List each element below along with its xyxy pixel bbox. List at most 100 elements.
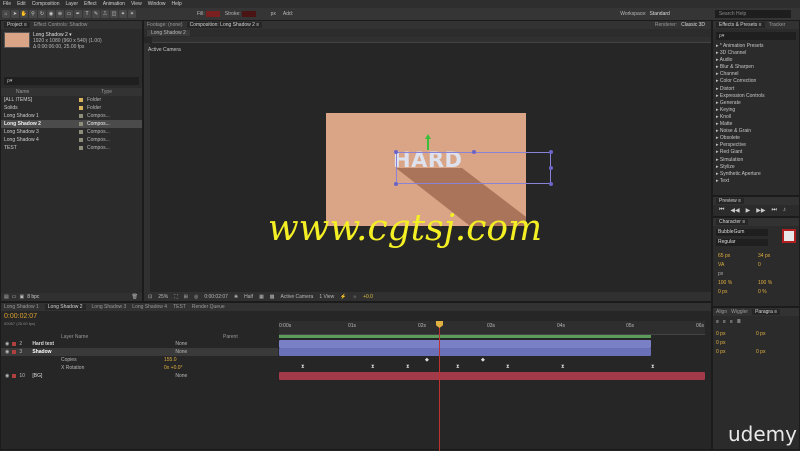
label-color[interactable] [12, 374, 17, 378]
stroke-width-value[interactable]: px [718, 271, 758, 277]
list-item[interactable]: Solids Folder [1, 104, 142, 112]
effects-category[interactable]: ▸ Distort [713, 86, 799, 93]
keyframe-icon[interactable]: ⧗ [506, 364, 510, 370]
add-label[interactable]: Add: [283, 11, 293, 17]
menu-window[interactable]: Window [148, 1, 166, 7]
playhead-line[interactable] [439, 321, 440, 451]
effects-category[interactable]: ▸ Knoll [713, 114, 799, 121]
effects-category[interactable]: ▸ Synthetic Aperture [713, 171, 799, 178]
list-item[interactable]: [ALL ITEMS] Folder [1, 96, 142, 104]
tab-align[interactable]: Align [716, 309, 727, 315]
effects-category[interactable]: ▸ Keying [713, 107, 799, 114]
transform-handle[interactable] [394, 150, 398, 154]
menu-help[interactable]: Help [171, 1, 181, 7]
mask-tool-icon[interactable]: ▭ [65, 10, 73, 18]
camera-tool-icon[interactable]: ◉ [47, 10, 55, 18]
fill-color-swatch[interactable] [782, 229, 796, 243]
effects-category[interactable]: ▸ Text [713, 178, 799, 185]
parent-select[interactable]: None [175, 349, 187, 355]
list-item[interactable]: Long Shadow 3 Compos... [1, 128, 142, 136]
table-row[interactable]: ◉ 3 Shadow None [1, 348, 278, 356]
layer-name[interactable]: [BG] [32, 373, 132, 379]
keyframe-icon[interactable]: ◆ [481, 357, 485, 363]
kerning-icon[interactable]: VA [718, 262, 758, 268]
table-row[interactable]: ◉ 2 Hard text None [1, 340, 278, 348]
search-help-input[interactable]: Search Help [714, 10, 791, 18]
effects-category[interactable]: ▸ Simulation [713, 157, 799, 164]
timeline-timecode[interactable]: 0:00:02:07 [4, 313, 37, 320]
keyframe-icon[interactable]: ⧗ [406, 364, 410, 370]
new-comp-icon[interactable]: ▣ [19, 294, 24, 300]
keyframe-icon[interactable]: ⧗ [301, 364, 305, 370]
view-select[interactable]: Active Camera [281, 294, 314, 300]
parent-select[interactable]: None [175, 341, 187, 347]
visibility-icon[interactable]: ◉ [5, 341, 9, 347]
column-type[interactable]: Type [101, 89, 112, 95]
align-center-icon[interactable]: ≡ [723, 319, 726, 325]
tracking-value[interactable]: 0 [758, 262, 798, 268]
horizontal-scale-value[interactable]: 100 % [758, 280, 798, 286]
time-ruler[interactable]: 0:00s 01s 02s 03s 04s 05s 06s [279, 321, 705, 335]
comp-timecode[interactable]: 0:00:02:07 [204, 294, 228, 300]
selection-tool-icon[interactable]: ➤ [11, 10, 19, 18]
transform-handle[interactable] [549, 150, 553, 154]
tab-tracker[interactable]: Tracker [769, 22, 786, 28]
rotate-tool-icon[interactable]: ↻ [38, 10, 46, 18]
views-select[interactable]: 1 View [319, 294, 334, 300]
tab-effects-presets[interactable]: Effects & Presets ≡ [716, 22, 765, 28]
puppet-tool-icon[interactable]: ✶ [128, 10, 136, 18]
project-search-input[interactable]: ρ▾ [4, 77, 139, 85]
work-area-bar[interactable] [279, 335, 651, 338]
fill-swatch[interactable] [205, 11, 220, 17]
play-icon[interactable]: ▶ [746, 207, 751, 214]
property-value[interactable]: 0x +0.0° [164, 365, 183, 371]
table-row[interactable]: ◉ 10 [BG] None [1, 372, 278, 380]
brush-tool-icon[interactable]: ✎ [92, 10, 100, 18]
hand-tool-icon[interactable]: ✋ [20, 10, 28, 18]
renderer-value[interactable]: Classic 3D [681, 22, 705, 28]
last-frame-icon[interactable]: ⏭ [772, 207, 777, 214]
tab-long-shadow-3[interactable]: Long Shadow 3 [92, 304, 127, 310]
exposure-icon[interactable]: ☼ [352, 294, 357, 300]
new-folder-icon[interactable]: ▭ [12, 294, 17, 300]
menu-animation[interactable]: Animation [103, 1, 125, 7]
list-item[interactable]: Long Shadow 4 Compos... [1, 136, 142, 144]
tab-test[interactable]: TEST [173, 304, 186, 310]
layer-bar-shadow[interactable] [279, 348, 651, 356]
stroke-swatch[interactable] [241, 11, 256, 17]
effects-category[interactable]: ▸ Matte [713, 121, 799, 128]
effects-category[interactable]: ▸ Noise & Grain [713, 128, 799, 135]
align-right-icon[interactable]: ≡ [730, 319, 733, 325]
trash-icon[interactable]: 🗑 [132, 294, 138, 300]
tsume-value[interactable]: 0 % [758, 289, 798, 295]
tab-character[interactable]: Character ≡ [716, 219, 749, 225]
tab-preview[interactable]: Preview ≡ [716, 198, 745, 204]
list-item[interactable]: Long Shadow 2 Compos... [1, 120, 142, 128]
snapshot-icon[interactable]: ◎ [194, 294, 198, 300]
transform-handle[interactable] [549, 182, 553, 186]
menu-layer[interactable]: Layer [65, 1, 78, 7]
audio-icon[interactable]: ♪ [783, 207, 786, 214]
home-icon[interactable]: ⌂ [2, 10, 10, 18]
transform-handle[interactable] [549, 166, 553, 170]
layer-name[interactable]: Hard text [32, 341, 132, 347]
layer-name[interactable]: Shadow [32, 349, 132, 355]
grid-icon[interactable]: ⊞ [184, 294, 188, 300]
stamp-tool-icon[interactable]: ⎍ [101, 10, 109, 18]
tab-paragraph[interactable]: Paragra ≡ [752, 309, 781, 315]
tab-composition[interactable]: Composition: Long Shadow 2 ≡ [186, 22, 263, 28]
visibility-icon[interactable]: ◉ [5, 349, 9, 355]
vertical-scale-value[interactable]: 100 % [718, 280, 758, 286]
tab-long-shadow-2[interactable]: Long Shadow 2 [44, 304, 86, 310]
parent-select[interactable]: None [175, 373, 187, 379]
keyframe-icon[interactable]: ⧗ [456, 364, 460, 370]
font-style-select[interactable]: Regular [716, 239, 768, 246]
keyframe-icon[interactable]: ◆ [425, 357, 429, 363]
effects-search-input[interactable]: ρ▾ [716, 32, 796, 40]
tab-long-shadow-1[interactable]: Long Shadow 1 [4, 304, 39, 310]
effects-category[interactable]: ▸ Audio [713, 57, 799, 64]
align-left-icon[interactable]: ≡ [716, 319, 719, 325]
eraser-tool-icon[interactable]: ◫ [110, 10, 118, 18]
effects-category[interactable]: ▸ Generate [713, 100, 799, 107]
font-family-select[interactable]: BubbleGum [716, 229, 768, 236]
